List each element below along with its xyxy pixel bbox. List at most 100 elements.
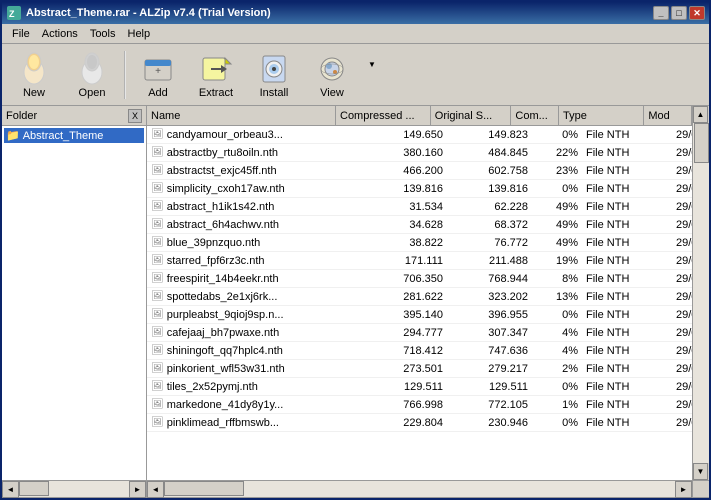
file-row[interactable]: 🖼candyamour_orbeau3...149.650149.8230%Fi… xyxy=(147,126,692,144)
folder-hscroll-track[interactable] xyxy=(19,481,129,497)
toolbar-extract-button[interactable]: Extract xyxy=(188,47,244,103)
file-row[interactable]: 🖼abstract_6h4achwv.nth34.62868.37249%Fil… xyxy=(147,216,692,234)
file-name-cell: 🖼abstractby_rtu8oiln.nth xyxy=(147,144,347,161)
compressed-cell: 229.804 xyxy=(347,414,447,431)
toolbar-open-label: Open xyxy=(79,87,106,99)
modified-cell: 29/08 xyxy=(672,324,692,341)
file-icon: 🖼 xyxy=(151,417,164,428)
file-row[interactable]: 🖼abstractst_exjc45ff.nth466.200602.75823… xyxy=(147,162,692,180)
menu-help[interactable]: Help xyxy=(122,26,157,42)
file-row[interactable]: 🖼markedone_41dy8y1y...766.998772.1051%Fi… xyxy=(147,396,692,414)
file-name: simplicity_cxoh17aw.nth xyxy=(167,183,285,195)
file-name: freespirit_14b4eekr.nth xyxy=(167,273,279,285)
col-type[interactable]: Type xyxy=(559,106,644,125)
file-icon: 🖼 xyxy=(151,309,164,320)
file-scroll-left[interactable]: ◄ xyxy=(147,481,164,498)
toolbar-dropdown[interactable]: ▼ xyxy=(368,60,376,69)
original-cell: 768.944 xyxy=(447,270,532,287)
file-icon: 🖼 xyxy=(151,381,164,392)
compression-cell: 23% xyxy=(532,162,582,179)
folder-hscroll-thumb[interactable] xyxy=(19,481,49,496)
modified-cell: 29/08 xyxy=(672,378,692,395)
file-row[interactable]: 🖼purpleabst_9qioj9sp.n...395.140396.9550… xyxy=(147,306,692,324)
compressed-cell: 766.998 xyxy=(347,396,447,413)
file-name: abstractby_rtu8oiln.nth xyxy=(167,147,278,159)
file-icon: 🖼 xyxy=(151,399,164,410)
corner-box xyxy=(692,481,709,497)
minimize-button[interactable]: _ xyxy=(653,6,669,20)
file-name: abstractst_exjc45ff.nth xyxy=(167,165,277,177)
file-name-cell: 🖼abstract_h1ik1s42.nth xyxy=(147,198,347,215)
scrollbar-row: ◄ ► ◄ ► xyxy=(2,480,709,497)
type-cell: File NTH xyxy=(582,198,672,215)
file-row[interactable]: 🖼simplicity_cxoh17aw.nth139.816139.8160%… xyxy=(147,180,692,198)
file-row[interactable]: 🖼blue_39pnzquo.nth38.82276.77249%File NT… xyxy=(147,234,692,252)
scroll-track[interactable] xyxy=(693,123,709,463)
file-row[interactable]: 🖼tiles_2x52pymj.nth129.511129.5110%File … xyxy=(147,378,692,396)
toolbar-add-button[interactable]: + Add xyxy=(130,47,186,103)
toolbar-open-button[interactable]: Open xyxy=(64,47,120,103)
file-name-cell: 🖼pinkorient_wfl53w31.nth xyxy=(147,360,347,377)
toolbar: New Open + Add xyxy=(2,44,709,106)
original-cell: 76.772 xyxy=(447,234,532,251)
file-row[interactable]: 🖼pinklimead_rffbmswb...229.804230.9460%F… xyxy=(147,414,692,432)
vertical-scrollbar[interactable]: ▲ ▼ xyxy=(692,106,709,480)
close-button[interactable]: ✕ xyxy=(689,6,705,20)
compression-cell: 0% xyxy=(532,306,582,323)
file-row[interactable]: 🖼cafejaaj_bh7pwaxe.nth294.777307.3474%Fi… xyxy=(147,324,692,342)
compressed-cell: 718.412 xyxy=(347,342,447,359)
file-icon: 🖼 xyxy=(151,219,164,230)
app-icon: Z xyxy=(6,5,22,21)
compressed-cell: 149.650 xyxy=(347,126,447,143)
modified-cell: 29/08 xyxy=(672,216,692,233)
scroll-thumb[interactable] xyxy=(694,123,709,163)
toolbar-extract-label: Extract xyxy=(199,87,233,99)
file-row[interactable]: 🖼abstract_h1ik1s42.nth31.53462.22849%Fil… xyxy=(147,198,692,216)
file-row[interactable]: 🖼abstractby_rtu8oiln.nth380.160484.84522… xyxy=(147,144,692,162)
file-name: abstract_6h4achwv.nth xyxy=(167,219,279,231)
file-icon: 🖼 xyxy=(151,255,164,266)
compression-cell: 0% xyxy=(532,378,582,395)
file-hscroll: ◄ ► xyxy=(147,481,692,497)
file-row[interactable]: 🖼spottedabs_2e1xj6rk...281.622323.20213%… xyxy=(147,288,692,306)
modified-cell: 29/08 xyxy=(672,270,692,287)
compressed-cell: 273.501 xyxy=(347,360,447,377)
menu-tools[interactable]: Tools xyxy=(84,26,122,42)
col-modified[interactable]: Mod xyxy=(644,106,692,125)
original-cell: 602.758 xyxy=(447,162,532,179)
toolbar-new-button[interactable]: New xyxy=(6,47,62,103)
file-name: cafejaaj_bh7pwaxe.nth xyxy=(167,327,280,339)
file-row[interactable]: 🖼freespirit_14b4eekr.nth706.350768.9448%… xyxy=(147,270,692,288)
menu-actions[interactable]: Actions xyxy=(36,26,84,42)
col-com[interactable]: Com... xyxy=(511,106,559,125)
folder-item-abstract-theme[interactable]: 📁 Abstract_Theme xyxy=(4,128,144,143)
folder-scroll-right[interactable]: ► xyxy=(129,481,146,498)
col-original[interactable]: Original S... xyxy=(431,106,512,125)
folder-close-button[interactable]: X xyxy=(128,109,142,123)
title-bar-text: Z Abstract_Theme.rar - ALZip v7.4 (Trial… xyxy=(6,5,271,21)
file-row[interactable]: 🖼shiningoft_qq7hplc4.nth718.412747.6364%… xyxy=(147,342,692,360)
type-cell: File NTH xyxy=(582,342,672,359)
file-name: blue_39pnzquo.nth xyxy=(167,237,261,249)
file-scroll-right[interactable]: ► xyxy=(675,481,692,498)
file-name-cell: 🖼pinklimead_rffbmswb... xyxy=(147,414,347,431)
col-name[interactable]: Name xyxy=(147,106,336,125)
file-row[interactable]: 🖼starred_fpf6rz3c.nth171.111211.48819%Fi… xyxy=(147,252,692,270)
file-hscroll-thumb[interactable] xyxy=(164,481,244,496)
folder-panel-header: Folder X xyxy=(2,106,146,126)
file-row[interactable]: 🖼pinkorient_wfl53w31.nth273.501279.2172%… xyxy=(147,360,692,378)
toolbar-install-button[interactable]: Install xyxy=(246,47,302,103)
toolbar-view-label: View xyxy=(320,87,344,99)
file-name: shiningoft_qq7hplc4.nth xyxy=(167,345,283,357)
scroll-up-button[interactable]: ▲ xyxy=(693,106,708,123)
scroll-down-button[interactable]: ▼ xyxy=(693,463,708,480)
file-hscroll-track[interactable] xyxy=(164,481,675,497)
menu-file[interactable]: File xyxy=(6,26,36,42)
col-compressed[interactable]: Compressed ... xyxy=(336,106,431,125)
file-name-cell: 🖼starred_fpf6rz3c.nth xyxy=(147,252,347,269)
maximize-button[interactable]: □ xyxy=(671,6,687,20)
compressed-cell: 171.111 xyxy=(347,252,447,269)
folder-label: Folder xyxy=(6,110,37,122)
toolbar-view-button[interactable]: View xyxy=(304,47,360,103)
folder-scroll-left[interactable]: ◄ xyxy=(2,481,19,498)
